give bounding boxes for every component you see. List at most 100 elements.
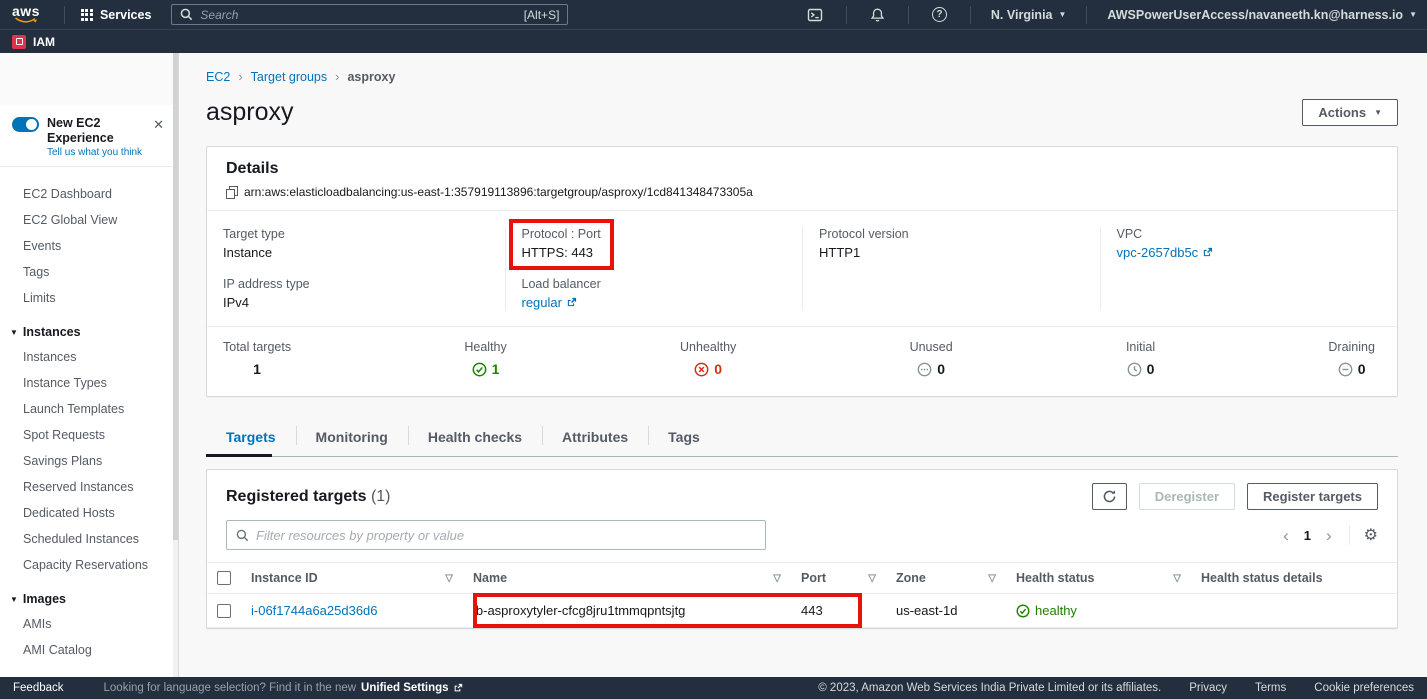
filter-field[interactable] — [226, 520, 766, 550]
aws-logo-text: aws — [12, 5, 40, 17]
aws-logo[interactable]: aws — [12, 5, 40, 24]
stat-unused: Unused 0 — [910, 340, 953, 377]
copy-icon[interactable] — [226, 186, 237, 198]
sidebar-item-savings-plans[interactable]: Savings Plans — [0, 448, 178, 474]
table-header-row: Instance ID ▽ Name ▽ Port ▽ Zone ▽ — [207, 562, 1397, 594]
sidebar-section-images[interactable]: ▼ Images — [0, 584, 178, 611]
tab-monitoring[interactable]: Monitoring — [296, 417, 408, 456]
chevron-down-icon: ▼ — [1059, 10, 1067, 19]
settings-gear-icon[interactable]: ⚙ — [1364, 525, 1378, 545]
column-name: Name — [473, 571, 507, 585]
sort-icon[interactable]: ▽ — [988, 573, 996, 584]
load-balancer-link[interactable]: regular — [522, 295, 577, 310]
sidebar-item-capacity-reservations[interactable]: Capacity Reservations — [0, 552, 178, 578]
tab-tags[interactable]: Tags — [648, 417, 720, 456]
stat-unhealthy: Unhealthy 0 — [680, 340, 736, 377]
health-status-badge: healthy — [1035, 603, 1077, 618]
experience-feedback-link[interactable]: Tell us what you think — [47, 147, 149, 158]
check-circle-icon — [472, 362, 487, 377]
tab-health-checks[interactable]: Health checks — [408, 417, 542, 456]
filter-input[interactable] — [256, 528, 756, 543]
sidebar-item-instance-types[interactable]: Instance Types — [0, 370, 178, 396]
services-menu-button[interactable]: Services — [75, 8, 157, 22]
sidebar-section-elastic-block-store[interactable]: ▼ Elastic Block Store — [0, 669, 178, 677]
chevron-down-icon: ▼ — [1409, 10, 1417, 19]
top-navigation: aws Services [Alt+S] — [0, 0, 1427, 29]
select-all-checkbox[interactable] — [217, 571, 231, 585]
sidebar-item-amis[interactable]: AMIs — [0, 611, 178, 637]
target-type-value: Instance — [223, 245, 489, 260]
account-label: AWSPowerUserAccess/navaneeth.kn@harness.… — [1107, 8, 1403, 22]
protocol-version-label: Protocol version — [819, 227, 1084, 241]
tab-attributes[interactable]: Attributes — [542, 417, 648, 456]
experience-toggle[interactable] — [12, 117, 39, 132]
stat-initial: Initial 0 — [1126, 340, 1155, 377]
sidebar-scrollbar[interactable] — [173, 53, 178, 677]
external-link-icon — [453, 683, 463, 693]
pinned-services-bar: IAM — [0, 29, 1427, 53]
sidebar-section-instances[interactable]: ▼ Instances — [0, 317, 178, 344]
sidebar-item-limits[interactable]: Limits — [0, 285, 178, 311]
row-checkbox[interactable] — [217, 604, 231, 618]
pinned-service-iam[interactable]: IAM — [33, 35, 55, 49]
column-zone: Zone — [896, 571, 926, 585]
sidebar-item-spot-requests[interactable]: Spot Requests — [0, 422, 178, 448]
table-row: i-06f1744a6a25d36d6 lb-asproxytyler-cfcg… — [207, 594, 1397, 628]
actions-button[interactable]: Actions ▼ — [1302, 99, 1398, 126]
breadcrumb-ec2[interactable]: EC2 — [206, 70, 230, 84]
sidebar-item-instances[interactable]: Instances — [0, 344, 178, 370]
unified-settings-link[interactable]: Unified Settings — [361, 682, 463, 694]
sidebar-item-launch-templates[interactable]: Launch Templates — [0, 396, 178, 422]
sort-icon[interactable]: ▽ — [773, 573, 781, 584]
sidebar-item-ec2-dashboard[interactable]: EC2 Dashboard — [0, 181, 178, 207]
vpc-link[interactable]: vpc-2657db5c — [1117, 245, 1214, 260]
help-button[interactable]: ? — [929, 7, 950, 22]
deregister-button[interactable]: Deregister — [1139, 483, 1235, 510]
sort-icon[interactable]: ▽ — [1173, 573, 1181, 584]
sidebar-item-events[interactable]: Events — [0, 233, 178, 259]
breadcrumb: EC2 › Target groups › asproxy — [206, 69, 1398, 84]
page-number[interactable]: 1 — [1302, 528, 1313, 543]
region-selector[interactable]: N. Virginia ▼ — [991, 8, 1067, 22]
cookie-preferences-link[interactable]: Cookie preferences — [1314, 682, 1414, 694]
sort-icon[interactable]: ▽ — [868, 573, 876, 584]
external-link-icon — [1202, 247, 1213, 258]
refresh-button[interactable] — [1092, 483, 1127, 510]
sort-icon[interactable]: ▽ — [445, 573, 453, 584]
services-label: Services — [100, 8, 151, 22]
sidebar-item-dedicated-hosts[interactable]: Dedicated Hosts — [0, 500, 178, 526]
sidebar-item-ami-catalog[interactable]: AMI Catalog — [0, 637, 178, 663]
iam-service-icon — [12, 35, 26, 49]
sidebar-item-tags[interactable]: Tags — [0, 259, 178, 285]
terms-link[interactable]: Terms — [1255, 682, 1286, 694]
ellipsis-circle-icon — [917, 362, 932, 377]
instance-id-link[interactable]: i-06f1744a6a25d36d6 — [251, 603, 378, 618]
footer: Feedback Looking for language selection?… — [0, 677, 1427, 699]
cloudshell-terminal-icon — [807, 7, 823, 23]
tab-targets[interactable]: Targets — [206, 417, 296, 456]
cloudshell-button[interactable] — [804, 7, 826, 23]
previous-page-icon[interactable]: ‹ — [1280, 527, 1292, 544]
search-icon — [236, 529, 249, 542]
next-page-icon[interactable]: › — [1323, 527, 1335, 544]
global-search[interactable]: [Alt+S] — [171, 4, 568, 25]
breadcrumb-target-groups[interactable]: Target groups — [251, 70, 327, 84]
sidebar-item-ec2-global-view[interactable]: EC2 Global View — [0, 207, 178, 233]
sidebar-spacer — [0, 53, 178, 105]
aws-smile-icon — [14, 17, 38, 24]
annotation-box-protocol-port: Protocol : Port HTTPS: 443 — [509, 219, 614, 270]
column-port: Port — [801, 571, 826, 585]
divider — [846, 6, 847, 24]
protocol-port-label: Protocol : Port — [522, 227, 601, 241]
registered-targets-table: Instance ID ▽ Name ▽ Port ▽ Zone ▽ — [207, 562, 1397, 628]
notifications-button[interactable] — [867, 7, 888, 23]
feedback-link[interactable]: Feedback — [13, 682, 64, 694]
privacy-link[interactable]: Privacy — [1189, 682, 1227, 694]
search-input[interactable] — [200, 8, 523, 22]
close-icon[interactable]: ✕ — [149, 115, 168, 135]
register-targets-button[interactable]: Register targets — [1247, 483, 1378, 510]
sidebar-item-reserved-instances[interactable]: Reserved Instances — [0, 474, 178, 500]
divider — [1349, 525, 1350, 545]
sidebar-item-scheduled-instances[interactable]: Scheduled Instances — [0, 526, 178, 552]
account-menu[interactable]: AWSPowerUserAccess/navaneeth.kn@harness.… — [1107, 8, 1417, 22]
